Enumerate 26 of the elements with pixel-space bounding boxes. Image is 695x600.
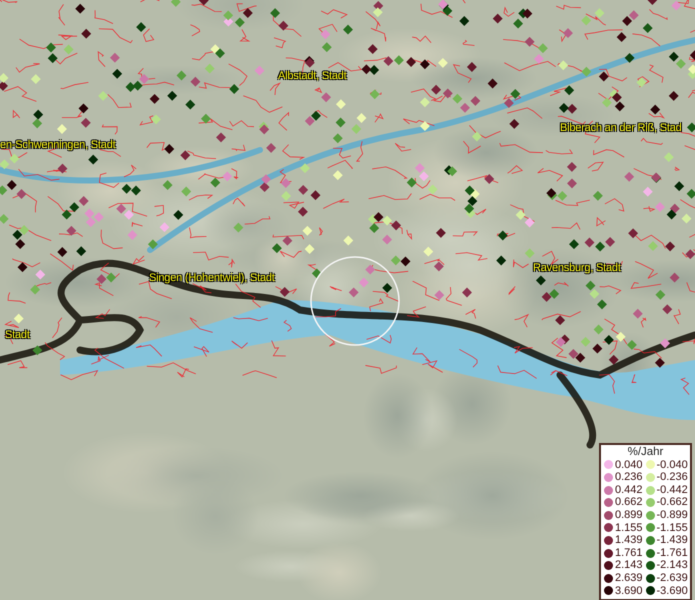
- place-label: Ravensburg, Stadt: [533, 262, 621, 275]
- place-label: Albstadt, Stadt: [278, 70, 347, 83]
- legend-value: -0.442: [656, 484, 688, 496]
- legend-value: -0.236: [656, 471, 688, 484]
- legend-value: -0.899: [656, 508, 688, 522]
- legend-value: 0.662: [615, 496, 643, 509]
- legend-value: 1.155: [615, 522, 643, 534]
- legend-title: %/Jahr: [626, 446, 664, 459]
- legend-value: -1.439: [656, 534, 688, 547]
- legend-value: -0.662: [656, 496, 688, 509]
- legend-value: -2.143: [656, 559, 688, 572]
- legend-value: 0.899: [615, 508, 643, 522]
- legend-value: -1.761: [656, 546, 688, 560]
- legend-value: -1.155: [656, 522, 688, 534]
- legend-value: 0.040: [615, 458, 643, 472]
- legend-value: 0.442: [615, 484, 643, 496]
- legend-value: 2.143: [615, 559, 643, 572]
- legend-value: -0.040: [656, 458, 688, 472]
- legend-value: 1.439: [615, 534, 643, 547]
- legend-value: -3.690: [656, 584, 688, 598]
- legend-value: 3.690: [615, 584, 643, 598]
- legend-value: 0.236: [615, 471, 643, 484]
- legend-value: 2.639: [615, 572, 643, 585]
- place-label: en-Schwenningen, Stadt: [0, 139, 116, 152]
- legend-value: 1.761: [615, 546, 643, 560]
- legend-value: -2.639: [656, 572, 688, 585]
